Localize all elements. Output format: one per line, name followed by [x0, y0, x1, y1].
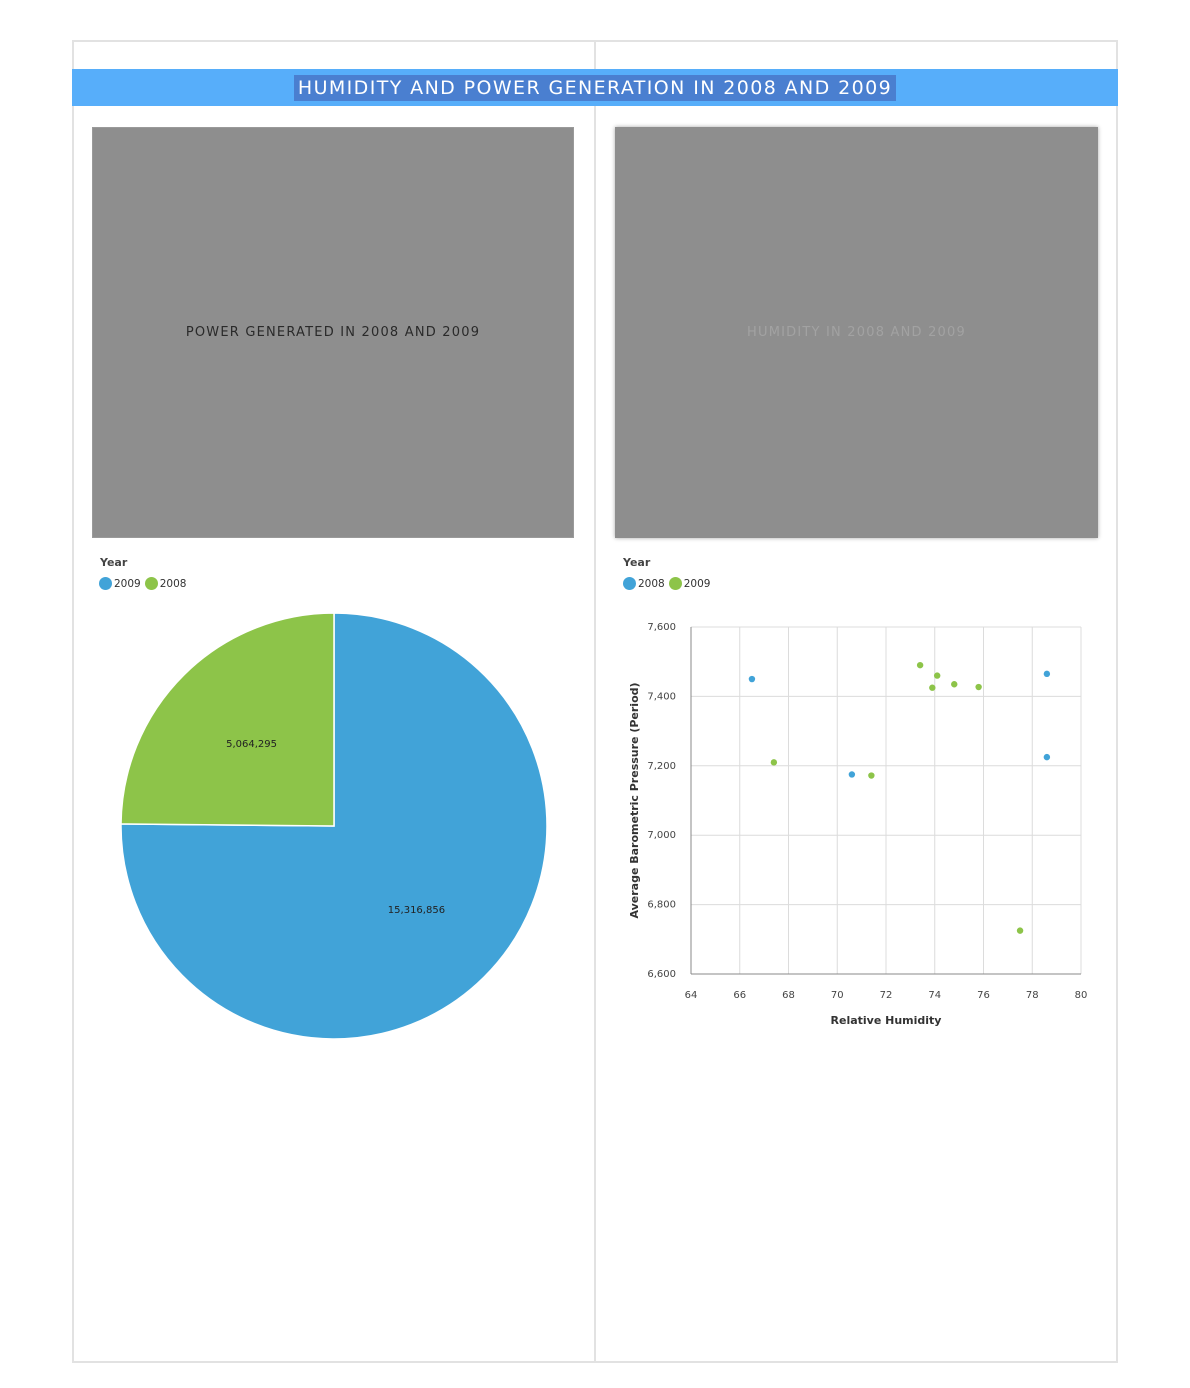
scatter-legend-item-2009[interactable]: 2009 [668, 577, 711, 590]
x-tick-label: 68 [782, 990, 795, 1001]
humidity-image-caption: HUMIDITY IN 2008 AND 2009 [747, 325, 966, 340]
page-title: HUMIDITY AND POWER GENERATION IN 2008 AN… [293, 74, 897, 101]
x-tick-label: 64 [685, 990, 698, 1001]
scatter-point-2009[interactable] [770, 759, 778, 766]
y-tick-label: 6,800 [647, 900, 676, 911]
scatter-point-2008[interactable] [748, 675, 756, 683]
pie-legend-title: Year [100, 556, 128, 569]
pie-legend-item-2009[interactable]: 2009 [99, 577, 141, 590]
x-tick-label: 74 [928, 990, 941, 1001]
y-tick-label: 7,200 [647, 761, 676, 772]
y-tick-label: 7,000 [647, 830, 676, 841]
pie-chart: 15,316,856 5,064,295 [120, 612, 548, 1040]
legend-label: 2008 [159, 577, 187, 590]
y-tick-label: 6,600 [647, 969, 676, 980]
scatter-point-2009[interactable] [975, 683, 982, 691]
title-bar: HUMIDITY AND POWER GENERATION IN 2008 AN… [72, 69, 1118, 106]
x-tick-label: 66 [733, 990, 746, 1001]
scatter-point-2008[interactable] [1043, 670, 1051, 678]
scatter-point-2009[interactable] [929, 684, 936, 691]
legend-marker-icon [668, 577, 682, 590]
scatter-point-2009[interactable] [1016, 927, 1024, 934]
pie-legend-item-2008[interactable]: 2008 [144, 577, 187, 590]
column-divider [594, 40, 596, 1363]
power-image-placeholder: POWER GENERATED IN 2008 AND 2009 [92, 127, 574, 538]
legend-label: 2009 [114, 577, 141, 590]
scatter-legend: 2008 2009 [623, 577, 714, 590]
scatter-point-2008[interactable] [848, 771, 856, 778]
pie-slice-label: 5,064,295 [226, 739, 277, 750]
scatter-point-2009[interactable] [916, 661, 924, 669]
pie-legend: 2009 2008 [99, 577, 190, 590]
legend-marker-icon [99, 577, 112, 590]
pie-slice-2008[interactable] [120, 612, 335, 827]
scatter-point-2009[interactable] [933, 672, 941, 679]
legend-marker-icon [623, 577, 636, 590]
y-axis-title: Average Barometric Pressure (Period) [628, 682, 641, 918]
scatter-point-2008[interactable] [1043, 753, 1051, 761]
x-tick-label: 76 [977, 990, 990, 1001]
x-tick-label: 72 [880, 990, 893, 1001]
humidity-image-placeholder: HUMIDITY IN 2008 AND 2009 [615, 127, 1098, 538]
power-image-caption: POWER GENERATED IN 2008 AND 2009 [185, 325, 481, 340]
legend-label: 2008 [638, 577, 665, 590]
scatter-point-2009[interactable] [868, 772, 875, 779]
x-axis-title: Relative Humidity [831, 1014, 942, 1027]
y-tick-label: 7,600 [647, 622, 676, 633]
y-tick-label: 7,400 [647, 691, 676, 702]
scatter-legend-title: Year [623, 556, 651, 569]
pie-slice-label: 15,316,856 [388, 905, 445, 916]
legend-marker-icon [144, 577, 158, 590]
x-tick-label: 80 [1075, 990, 1088, 1001]
scatter-chart: 64 66 68 70 72 74 76 78 80 6,600 6,800 7,000 7,200 7,… [628, 622, 1088, 1027]
legend-label: 2009 [683, 577, 711, 590]
x-tick-label: 78 [1026, 990, 1039, 1001]
scatter-legend-item-2008[interactable]: 2008 [623, 577, 665, 590]
scatter-point-2009[interactable] [951, 681, 958, 688]
x-tick-label: 70 [831, 990, 844, 1001]
